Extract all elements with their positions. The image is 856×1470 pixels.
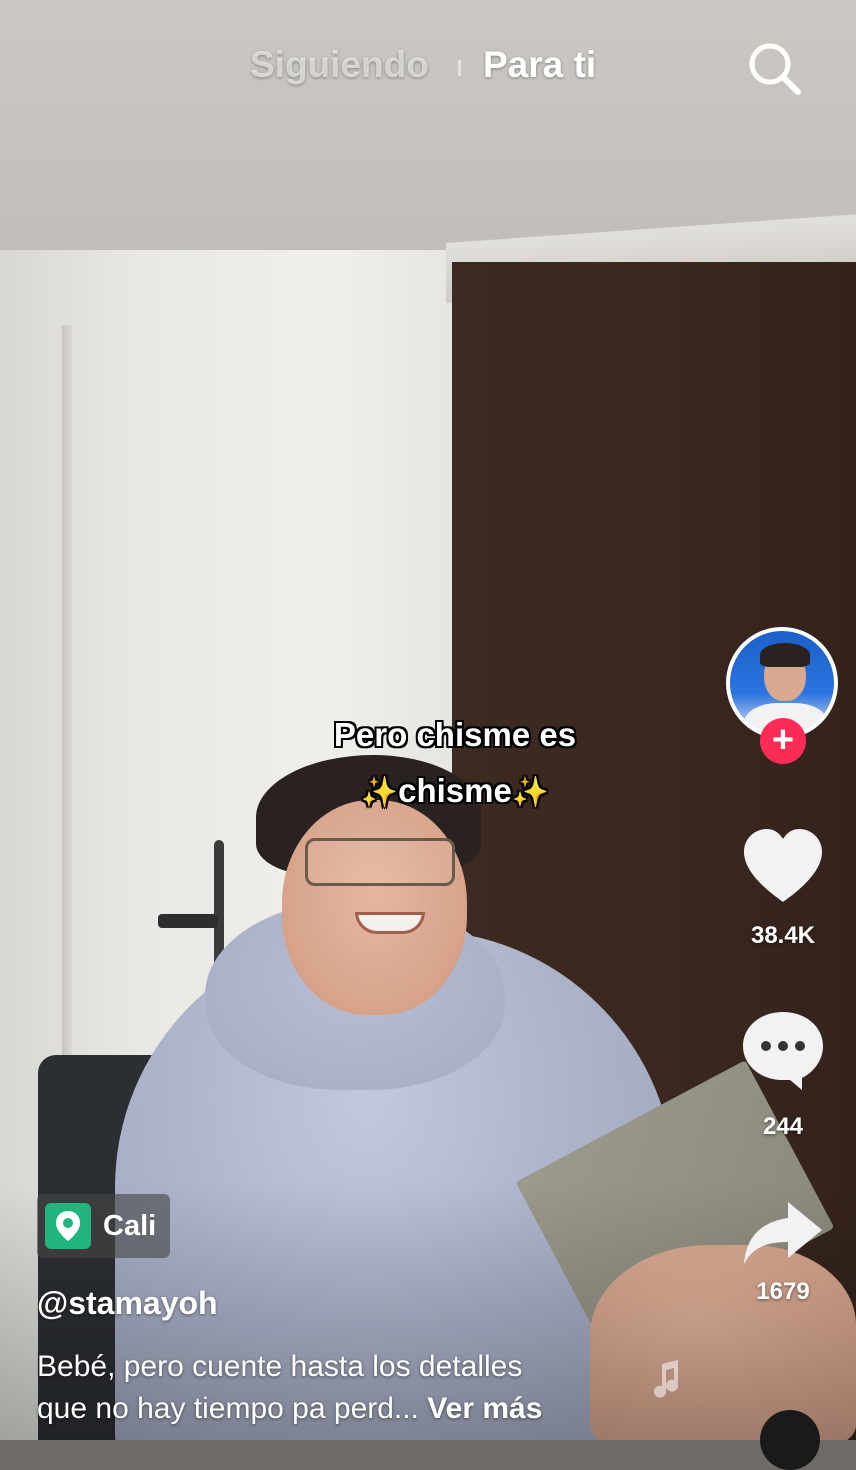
comment-icon[interactable]: [740, 1008, 826, 1092]
caption-word: chisme: [398, 772, 512, 809]
tab-for-you[interactable]: Para ti: [483, 44, 596, 86]
video-caption-line-2: ✨chisme✨: [225, 772, 685, 810]
pin-icon: [56, 1211, 80, 1241]
share-icon[interactable]: [742, 1200, 824, 1266]
tab-following[interactable]: Siguiendo: [250, 44, 429, 86]
location-label: Cali: [103, 1209, 157, 1242]
music-disc[interactable]: [760, 1410, 820, 1470]
follow-button[interactable]: +: [760, 718, 806, 764]
video-face: [282, 800, 467, 1015]
share-count: 1679: [756, 1278, 810, 1305]
search-button[interactable]: [744, 38, 806, 100]
see-more-link[interactable]: Ver más: [427, 1392, 542, 1425]
like-count: 38.4K: [750, 922, 816, 949]
video-glasses: [305, 838, 455, 886]
tab-divider: [458, 60, 461, 76]
description-line-1: Bebé, pero cuente hasta los detalles: [37, 1350, 523, 1383]
description-line-2: que no hay tiempo pa perd... Ver más: [37, 1388, 637, 1430]
comment-count: 244: [762, 1113, 804, 1140]
video-smile: [355, 912, 425, 934]
feed-tabs: Siguiendo Para ti: [0, 38, 856, 98]
description-text: que no hay tiempo pa perd...: [37, 1392, 419, 1425]
location-tag[interactable]: Cali: [37, 1194, 171, 1258]
avatar-hair: [760, 643, 810, 667]
search-icon: [749, 43, 801, 95]
video-wall-edge: [62, 325, 72, 1085]
creator-username[interactable]: @stamayoh: [37, 1285, 218, 1322]
heart-icon[interactable]: [740, 826, 826, 906]
music-note-icon: [654, 1360, 678, 1398]
location-pin-icon: [45, 1203, 91, 1249]
sparkles-icon: ✨: [511, 776, 550, 809]
video-lamp-arm: [158, 914, 218, 928]
video-caption-line-1: Pero chisme es: [333, 716, 577, 753]
sparkles-icon: ✨: [360, 776, 399, 809]
video-description: Bebé, pero cuente hasta los detalles que…: [37, 1346, 637, 1430]
